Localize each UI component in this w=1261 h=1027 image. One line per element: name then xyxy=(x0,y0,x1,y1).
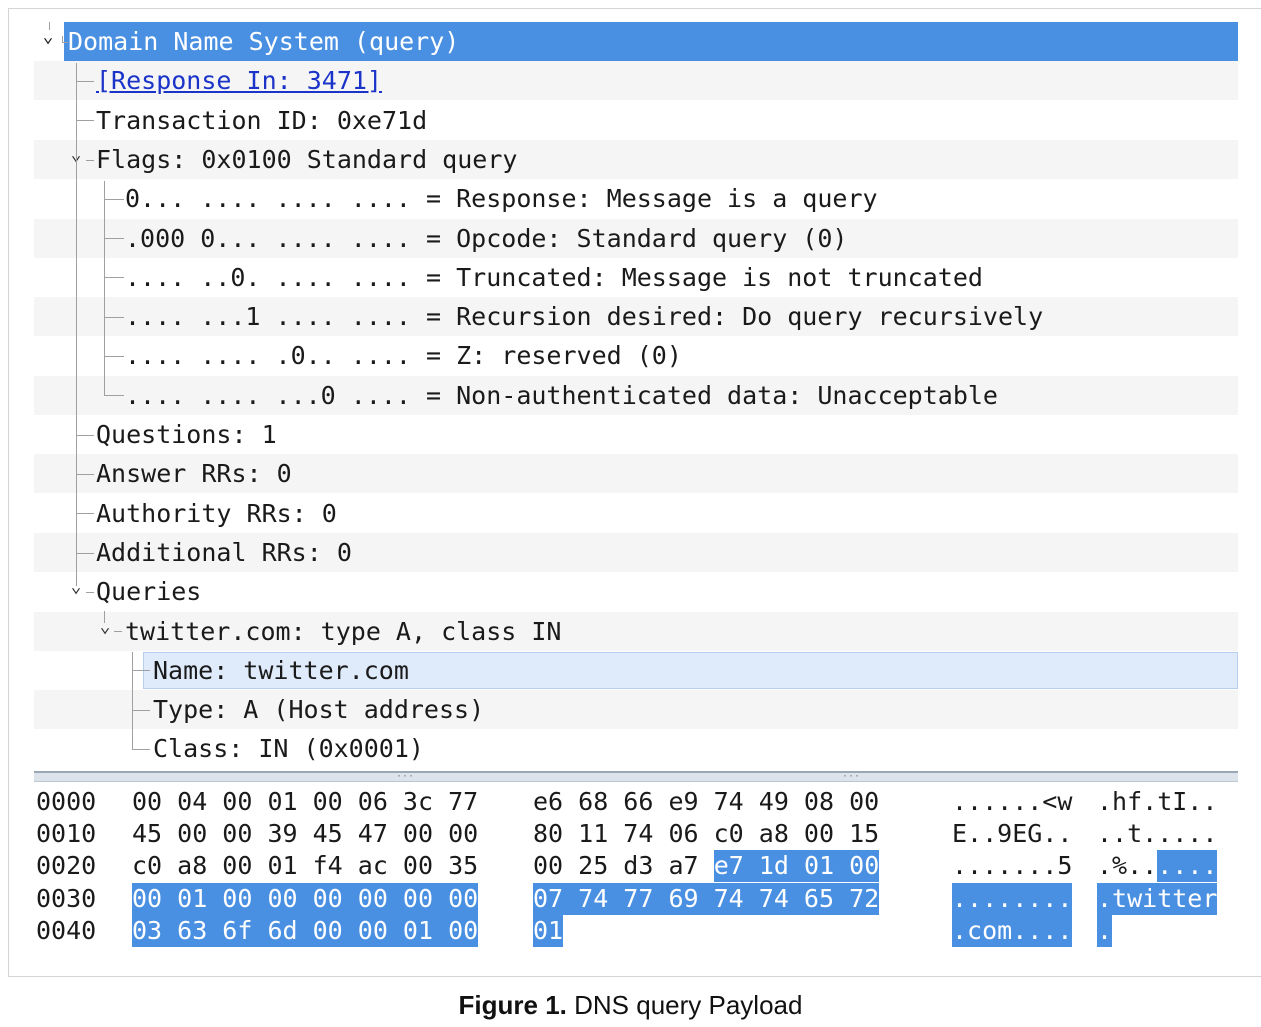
tree-row-label: Type: A (Host address) xyxy=(153,695,485,725)
selected-bytes[interactable]: .com.... xyxy=(952,914,1073,947)
tree-row[interactable]: Answer RRs: 0 xyxy=(34,454,1238,494)
tree-connector xyxy=(132,670,150,672)
hex-bytes[interactable]: ......<w xyxy=(952,786,1072,818)
caption-label: Figure 1. xyxy=(458,990,567,1020)
tree-connector xyxy=(76,473,94,475)
tree-connector xyxy=(76,513,94,515)
tree-row[interactable]: .000 0... .... .... = Opcode: Standard q… xyxy=(34,218,1238,258)
tree-row[interactable]: .... ..0. .... .... = Truncated: Message… xyxy=(34,258,1238,297)
selected-bytes[interactable]: ........ xyxy=(952,882,1073,915)
tree-row[interactable]: [Response In: 3471] xyxy=(34,61,1238,101)
tree-row[interactable]: Name: twitter.com xyxy=(34,651,1238,690)
tree-row-label: Name: twitter.com xyxy=(153,655,409,685)
tree-connector xyxy=(104,611,105,624)
caption-text: DNS query Payload xyxy=(566,990,803,1020)
tree-row-label: .... ..0. .... .... = Truncated: Message… xyxy=(125,262,983,292)
tree-connector xyxy=(76,552,94,554)
hex-bytes[interactable]: .hf.tI.. xyxy=(1097,786,1217,818)
tree-connector xyxy=(62,42,68,43)
hex-bytes[interactable]: 80 11 74 06 c0 a8 00 15 xyxy=(533,818,879,850)
tree-row-label: Transaction ID: 0xe71d xyxy=(96,105,428,135)
tree-row[interactable]: ⌄ Domain Name System (query) xyxy=(43,22,1238,61)
packet-bytes-pane[interactable]: 0000 00 04 00 01 00 06 3c 77 e6 68 66 e9 7… xyxy=(36,786,1236,956)
tree-row-label: 0... .... .... .... = Response: Message … xyxy=(125,184,878,214)
tree-row[interactable]: .... ...1 .... .... = Recursion desired:… xyxy=(34,297,1238,337)
selected-bytes[interactable]: 01 xyxy=(533,914,564,947)
selected-bytes[interactable]: e7 1d 01 00 xyxy=(713,850,880,883)
tree-row[interactable]: 0... .... .... .... = Response: Message … xyxy=(34,179,1238,218)
tree-connector xyxy=(76,434,94,436)
tree-row-label: Flags: 0x0100 Standard query xyxy=(96,144,518,174)
hex-bytes[interactable]: 00 04 00 01 00 06 3c 77 xyxy=(132,786,478,818)
selected-bytes[interactable]: 00 01 00 00 00 00 00 00 xyxy=(132,882,479,915)
tree-row-label: Additional RRs: 0 xyxy=(96,537,352,567)
hex-bytes[interactable]: ..t..... xyxy=(1097,818,1217,850)
pane-splitter[interactable]: ··· ··· xyxy=(34,771,1238,782)
hex-offset: 0040 xyxy=(36,915,97,945)
tree-row-label: Answer RRs: 0 xyxy=(96,459,292,489)
selected-bytes[interactable]: . xyxy=(1097,914,1113,947)
response-in-link[interactable]: [Response In: 3471] xyxy=(96,61,382,100)
tree-row[interactable]: .... .... ...0 .... = Non-authenticated … xyxy=(34,375,1238,415)
tree-row[interactable]: .... .... .0.. .... = Z: reserved (0) xyxy=(34,336,1238,375)
tree-row[interactable]: ⌄ Queries xyxy=(34,572,1238,611)
tree-connector xyxy=(104,198,124,200)
tree-connector xyxy=(86,591,94,593)
tree-row-label: .... .... ...0 .... = Non-authenticated … xyxy=(125,380,998,410)
selected-bytes[interactable]: .... xyxy=(1157,850,1218,883)
tree-row[interactable]: ⌄ Flags: 0x0100 Standard query xyxy=(34,139,1238,179)
tree-row-label: Queries xyxy=(96,577,202,607)
hex-bytes[interactable]: 00 25 d3 a7 xyxy=(533,850,714,882)
tree-connector xyxy=(132,652,133,750)
tree-row-label: .... ...1 .... .... = Recursion desired:… xyxy=(125,302,1044,332)
hex-bytes[interactable]: .......5 xyxy=(952,850,1072,882)
tree-connector xyxy=(104,180,105,396)
hex-offset: 0010 xyxy=(36,819,97,849)
selected-bytes[interactable]: 07 74 77 69 74 74 65 72 xyxy=(533,882,880,915)
tree-connector xyxy=(104,238,124,240)
tree-connector xyxy=(104,316,124,318)
tree-row-label: Authority RRs: 0 xyxy=(96,498,337,528)
tree-row[interactable]: Authority RRs: 0 xyxy=(34,494,1238,533)
packet-details-tree[interactable]: ⌄ Domain Name System (query) [Response In:… xyxy=(34,22,1238,770)
tree-connector xyxy=(76,120,94,122)
tree-row[interactable]: Transaction ID: 0xe71d xyxy=(34,101,1238,140)
tree-row[interactable]: ⌄ twitter.com: type A, class IN xyxy=(34,611,1238,651)
tree-connector xyxy=(104,356,124,358)
tree-connector xyxy=(104,277,124,279)
tree-row-label: twitter.com: type A, class IN xyxy=(125,616,562,646)
tree-row-label: Questions: 1 xyxy=(96,420,277,449)
tree-row[interactable]: Class: IN (0x0001) xyxy=(34,729,1238,768)
tree-row[interactable]: Additional RRs: 0 xyxy=(34,532,1238,572)
hex-bytes[interactable]: .%.. xyxy=(1097,850,1157,882)
tree-connector xyxy=(104,395,124,397)
hex-bytes[interactable]: E..9EG.. xyxy=(952,818,1072,850)
hex-offset: 0020 xyxy=(36,851,97,881)
selected-bytes[interactable]: 03 63 6f 6d 00 00 01 00 xyxy=(132,914,479,947)
tree-row-label: Class: IN (0x0001) xyxy=(153,734,424,764)
hex-bytes[interactable]: c0 a8 00 01 f4 ac 00 35 xyxy=(132,850,478,882)
hex-bytes[interactable]: e6 68 66 e9 74 49 08 00 xyxy=(533,786,879,818)
chevron-down-icon[interactable]: ⌄ xyxy=(40,22,56,52)
tree-connector xyxy=(132,709,150,711)
chevron-down-icon[interactable]: ⌄ xyxy=(97,612,113,642)
tree-connector xyxy=(132,749,150,751)
tree-connector xyxy=(49,22,50,30)
selected-bytes[interactable]: .twitter xyxy=(1097,882,1218,915)
tree-connector xyxy=(86,159,94,161)
tree-connector xyxy=(76,80,94,82)
tree-row[interactable]: Questions: 1 xyxy=(34,415,1238,454)
hex-bytes[interactable]: 45 00 00 39 45 47 00 00 xyxy=(132,818,478,850)
tree-row[interactable]: Type: A (Host address) xyxy=(34,690,1238,730)
figure-caption: Figure 1. DNS query Payload xyxy=(0,990,1261,1021)
grip-dots-icon: ··· xyxy=(842,771,861,782)
hex-offset: 0000 xyxy=(36,787,97,816)
tree-connector xyxy=(76,62,77,586)
tree-row-label: Domain Name System (query) xyxy=(68,27,460,56)
tree-row-label: .... .... .0.. .... = Z: reserved (0) xyxy=(125,341,682,371)
grip-dots-icon: ··· xyxy=(396,771,415,782)
tree-connector xyxy=(114,631,122,633)
tree-row-label: .000 0... .... .... = Opcode: Standard q… xyxy=(125,223,848,253)
hex-offset: 0030 xyxy=(36,883,97,913)
